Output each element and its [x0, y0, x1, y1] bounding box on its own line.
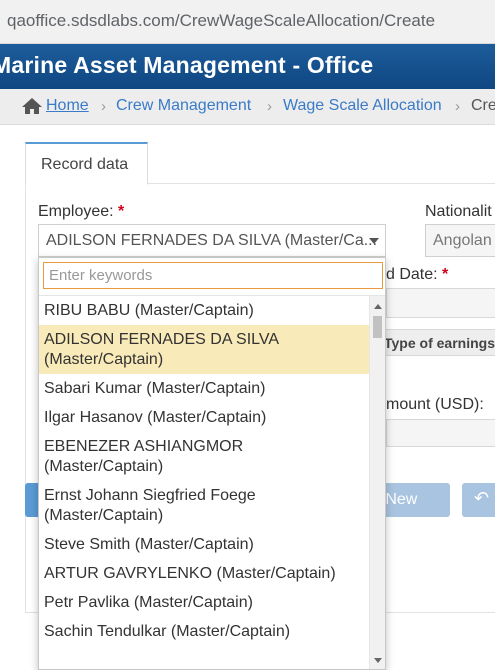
back-button[interactable]: ↶ [462, 483, 495, 517]
url-text[interactable]: qaoffice.sdsdlabs.com/CrewWageScaleAlloc… [7, 11, 435, 31]
employee-option[interactable]: ADILSON FERNADES DA SILVA (Master/Captain… [39, 325, 369, 374]
employee-option-name: Sabari Kumar (Master/Captain) [44, 380, 266, 397]
employee-option-name: Steve Smith (Master/Captain) [44, 536, 254, 553]
required-mark: * [442, 266, 449, 283]
employee-select[interactable]: ADILSON FERNADES DA SILVA (Master/Ca... [38, 224, 386, 257]
nationality-value: Angolan [433, 232, 492, 249]
required-mark: * [118, 203, 125, 220]
earnings-table-header: Type of earnings [380, 329, 495, 356]
tab-label: Record data [41, 156, 129, 173]
employee-option-name: ADILSON FERNADES DA SILVA [44, 331, 280, 348]
employee-label: Employee: * [38, 203, 124, 221]
employee-option-rank: (Master/Captain) [44, 351, 164, 368]
employee-option-rank: (Master/Captain) [44, 507, 164, 524]
employee-option[interactable]: EBENEZER ASHIANGMOR (Master/Captain) [39, 432, 369, 481]
amount-label: mount (USD): [386, 396, 484, 413]
breadcrumb-home-link[interactable]: Home [46, 97, 89, 115]
employee-option[interactable]: RIBU BABU (Master/Captain) [39, 296, 369, 325]
browser-url-bar[interactable]: qaoffice.sdsdlabs.com/CrewWageScaleAlloc… [0, 0, 495, 44]
home-icon[interactable] [21, 97, 43, 115]
chevron-right-icon: › [455, 98, 460, 115]
employee-option[interactable]: ARTUR GAVRYLENKO (Master/Captain) [39, 559, 369, 588]
end-date-input[interactable] [386, 288, 495, 318]
caret-down-icon [369, 238, 379, 244]
employee-option-name: EBENEZER ASHIANGMOR [44, 438, 244, 455]
scrollbar-thumb[interactable] [373, 316, 382, 338]
employee-option[interactable]: Sabari Kumar (Master/Captain) [39, 374, 369, 403]
amount-input[interactable] [386, 419, 495, 447]
breadcrumb: Home › Crew Management › Wage Scale Allo… [0, 89, 495, 125]
end-date-label-text: d Date: [386, 266, 438, 283]
chevron-right-icon: › [101, 98, 106, 115]
employee-option-name: RIBU BABU (Master/Captain) [44, 302, 254, 319]
scroll-up-icon[interactable] [374, 304, 382, 309]
employee-select-value: ADILSON FERNADES DA SILVA (Master/Ca... [46, 232, 378, 249]
breadcrumb-crew-link[interactable]: Crew Management [116, 97, 251, 115]
employee-option-name: Ilgar Hasanov (Master/Captain) [44, 409, 267, 426]
end-date-label: d Date: * [386, 266, 448, 284]
dropdown-scrollbar[interactable] [369, 296, 385, 669]
earnings-header-text: Type of earnings [384, 335, 495, 351]
app-header: Marine Asset Management - Office [0, 44, 495, 89]
employee-option-rank: (Master/Captain) [44, 458, 164, 475]
employee-label-text: Employee: [38, 203, 114, 220]
chevron-right-icon: › [267, 98, 272, 115]
dropdown-search-input[interactable] [43, 262, 383, 289]
nationality-label: Nationalit [425, 203, 492, 220]
back-arrow-icon: ↶ [474, 488, 490, 508]
employee-option-name: Petr Pavlika (Master/Captain) [44, 594, 253, 611]
app-title: Marine Asset Management - Office [0, 52, 374, 78]
tab-record-data[interactable]: Record data [25, 142, 148, 185]
breadcrumb-wage-link[interactable]: Wage Scale Allocation [283, 97, 442, 115]
employee-option[interactable]: Petr Pavlika (Master/Captain) [39, 588, 369, 617]
employee-option-name: Ernst Johann Siegfried Foege [44, 487, 256, 504]
dropdown-search-wrapper [39, 258, 385, 296]
scroll-down-icon[interactable] [374, 658, 382, 663]
employee-option[interactable]: Sachin Tendulkar (Master/Captain) [39, 617, 369, 646]
nationality-field: Angolan [425, 224, 495, 257]
employee-option[interactable]: Ilgar Hasanov (Master/Captain) [39, 403, 369, 432]
employee-option-name: ARTUR GAVRYLENKO (Master/Captain) [44, 565, 336, 582]
employee-option-name: Sachin Tendulkar (Master/Captain) [44, 623, 291, 640]
employee-option[interactable]: Ernst Johann Siegfried Foege (Master/Capt… [39, 481, 369, 530]
employee-dropdown[interactable]: RIBU BABU (Master/Captain) ADILSON FERNAD… [38, 257, 386, 670]
employee-option[interactable]: Steve Smith (Master/Captain) [39, 530, 369, 559]
dropdown-options-list: RIBU BABU (Master/Captain) ADILSON FERNAD… [39, 296, 369, 669]
breadcrumb-current: Cre [471, 97, 495, 114]
